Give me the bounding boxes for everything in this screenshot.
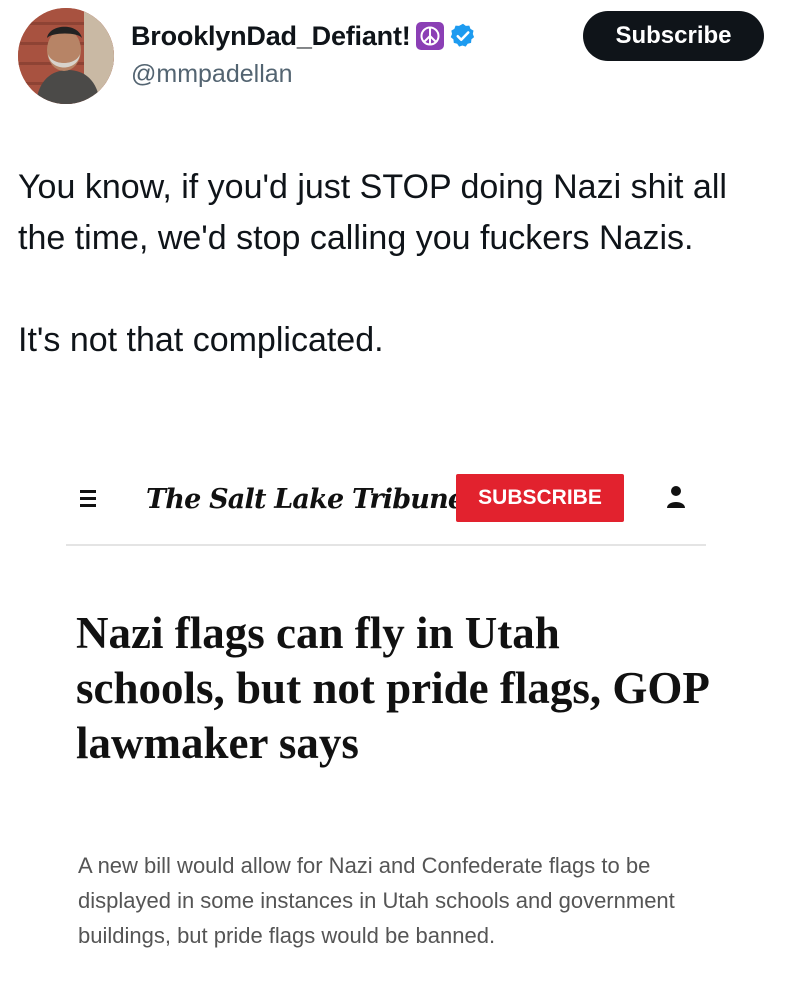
subscribe-button[interactable]: Subscribe <box>583 11 764 61</box>
embedded-article-screenshot[interactable]: The Salt Lake Tribune SUBSCRIBE Nazi fla… <box>0 460 799 1000</box>
article-headline: Nazi flags can fly in Utah schools, but … <box>76 608 708 768</box>
hamburger-menu-icon[interactable] <box>80 490 96 508</box>
avatar[interactable] <box>18 8 114 104</box>
article-nav-bar: The Salt Lake Tribune SUBSCRIBE <box>66 460 706 546</box>
post-text: You know, if you'd just STOP doing Nazi … <box>18 162 778 366</box>
peace-sign-icon <box>415 22 444 50</box>
account-icon[interactable] <box>666 484 686 512</box>
post-paragraph: You know, if you'd just STOP doing Nazi … <box>18 168 727 257</box>
nav-divider <box>66 544 706 546</box>
display-name[interactable]: BrooklynDad_Defiant! <box>131 21 411 52</box>
article-subscribe-button[interactable]: SUBSCRIBE <box>456 474 624 522</box>
display-name-row: BrooklynDad_Defiant! <box>131 16 477 56</box>
post-header: BrooklynDad_Defiant! @mmpadellan Subscri… <box>0 0 799 110</box>
post-paragraph: It's not that complicated. <box>18 321 384 359</box>
publication-logo[interactable]: The Salt Lake Tribune <box>146 484 465 515</box>
verified-badge-icon <box>449 22 477 50</box>
user-handle[interactable]: @mmpadellan <box>131 60 293 89</box>
article-dek: A new bill would allow for Nazi and Conf… <box>78 853 675 948</box>
